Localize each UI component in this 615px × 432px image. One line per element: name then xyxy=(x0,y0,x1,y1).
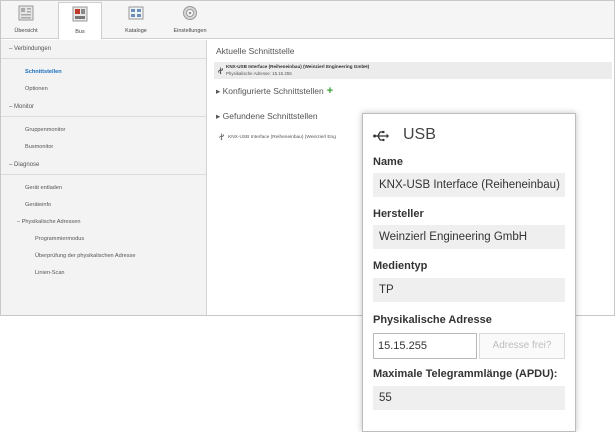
sidebar-item-programmiermodus[interactable]: Programmiermodus xyxy=(1,231,206,248)
configured-interfaces-heading[interactable]: ▸ Konfigurierte Schnittstellen + xyxy=(216,85,333,97)
found-interface-item[interactable]: KNX-USB Interface (Reiheneinbau) (Weinzi… xyxy=(218,133,336,140)
sidebar-item-label: Physikalische Adressen xyxy=(21,219,81,225)
physical-address-input[interactable]: 15.15.255 xyxy=(373,333,477,359)
tab-catalogs[interactable]: Kataloge xyxy=(114,5,158,38)
current-interface-row[interactable]: KNX-USB Interface (Reiheneinbau) (Weinzi… xyxy=(214,62,612,79)
bus-icon xyxy=(72,6,88,22)
current-interface-heading: Aktuelle Schnittstelle xyxy=(216,46,295,56)
overview-icon xyxy=(18,5,34,21)
catalog-icon xyxy=(128,6,144,20)
sidebar-item-gruppenmonitor[interactable]: Gruppenmonitor xyxy=(1,122,206,139)
tab-overview[interactable]: Übersicht xyxy=(4,5,48,38)
max-telegram-length-value: 55 xyxy=(373,386,565,410)
usb-detail-panel: USB Name KNX-USB Interface (Reiheneinbau… xyxy=(362,113,576,432)
current-interface-address: Physikalische Adresse: 15.15.255 xyxy=(226,71,292,76)
tab-bus[interactable]: Bus xyxy=(58,2,102,39)
sidebar-section-label: Verbindungen xyxy=(14,46,52,52)
tab-catalogs-label: Kataloge xyxy=(125,28,147,34)
sidebar-item-ueberpruefung[interactable]: Überprüfung der physikalischen Adresse xyxy=(1,248,206,265)
sidebar-item-busmonitor[interactable]: Busmonitor xyxy=(1,139,206,156)
ribbon-toolbar: Übersicht Bus Kataloge Einstellungen xyxy=(1,1,614,39)
tab-settings[interactable]: Einstellungen xyxy=(168,5,212,38)
current-interface-name: KNX-USB Interface (Reiheneinbau) (Weinzi… xyxy=(226,64,370,69)
sidebar-section-monitor[interactable]: – Monitor xyxy=(1,98,206,117)
manufacturer-label: Hersteller xyxy=(373,208,424,220)
manufacturer-value: Weinzierl Engineering GmbH xyxy=(373,225,565,249)
panel-title: USB xyxy=(403,126,436,143)
settings-gear-icon xyxy=(183,6,197,20)
sidebar-item-physikalische-adressen[interactable]: – Physikalische Adressen xyxy=(1,214,206,231)
configured-interfaces-label: Konfigurierte Schnittstellen xyxy=(222,86,324,96)
usb-icon xyxy=(218,67,223,74)
name-value: KNX-USB Interface (Reiheneinbau) xyxy=(373,173,565,197)
found-interface-label: KNX-USB Interface (Reiheneinbau) (Weinzi… xyxy=(228,134,336,140)
add-interface-plus-icon[interactable]: + xyxy=(327,85,333,97)
tab-settings-label: Einstellungen xyxy=(173,28,207,34)
sidebar-item-schnittstellen[interactable]: Schnittstellen xyxy=(1,64,206,81)
sidebar-section-label: Diagnose xyxy=(14,162,40,168)
sidebar: – Verbindungen Schnittstellen Optionen –… xyxy=(1,40,207,315)
sidebar-section-diagnose[interactable]: – Diagnose xyxy=(1,156,206,175)
usb-icon xyxy=(219,133,224,140)
sidebar-item-linien-scan[interactable]: Linien-Scan xyxy=(1,265,206,282)
sidebar-item-geraeteinfo[interactable]: Geräteinfo xyxy=(1,197,206,214)
sidebar-item-geraet-entladen[interactable]: Gerät entladen xyxy=(1,180,206,197)
medium-type-value: TP xyxy=(373,278,565,302)
sidebar-section-verbindungen[interactable]: – Verbindungen xyxy=(1,40,206,59)
sidebar-section-label: Monitor xyxy=(14,104,35,110)
name-label: Name xyxy=(373,156,403,168)
sidebar-item-optionen[interactable]: Optionen xyxy=(1,81,206,98)
max-telegram-length-label: Maximale Telegrammlänge (APDU): xyxy=(373,368,558,380)
address-free-button[interactable]: Adresse frei? xyxy=(479,333,565,359)
found-interfaces-heading[interactable]: ▸ Gefundene Schnittstellen xyxy=(216,111,318,122)
found-interfaces-label: Gefundene Schnittstellen xyxy=(222,111,318,121)
tab-overview-label: Übersicht xyxy=(14,28,38,34)
medium-type-label: Medientyp xyxy=(373,260,428,272)
tab-bus-label: Bus xyxy=(75,29,85,35)
physical-address-label: Physikalische Adresse xyxy=(373,314,492,326)
usb-icon xyxy=(373,130,389,142)
